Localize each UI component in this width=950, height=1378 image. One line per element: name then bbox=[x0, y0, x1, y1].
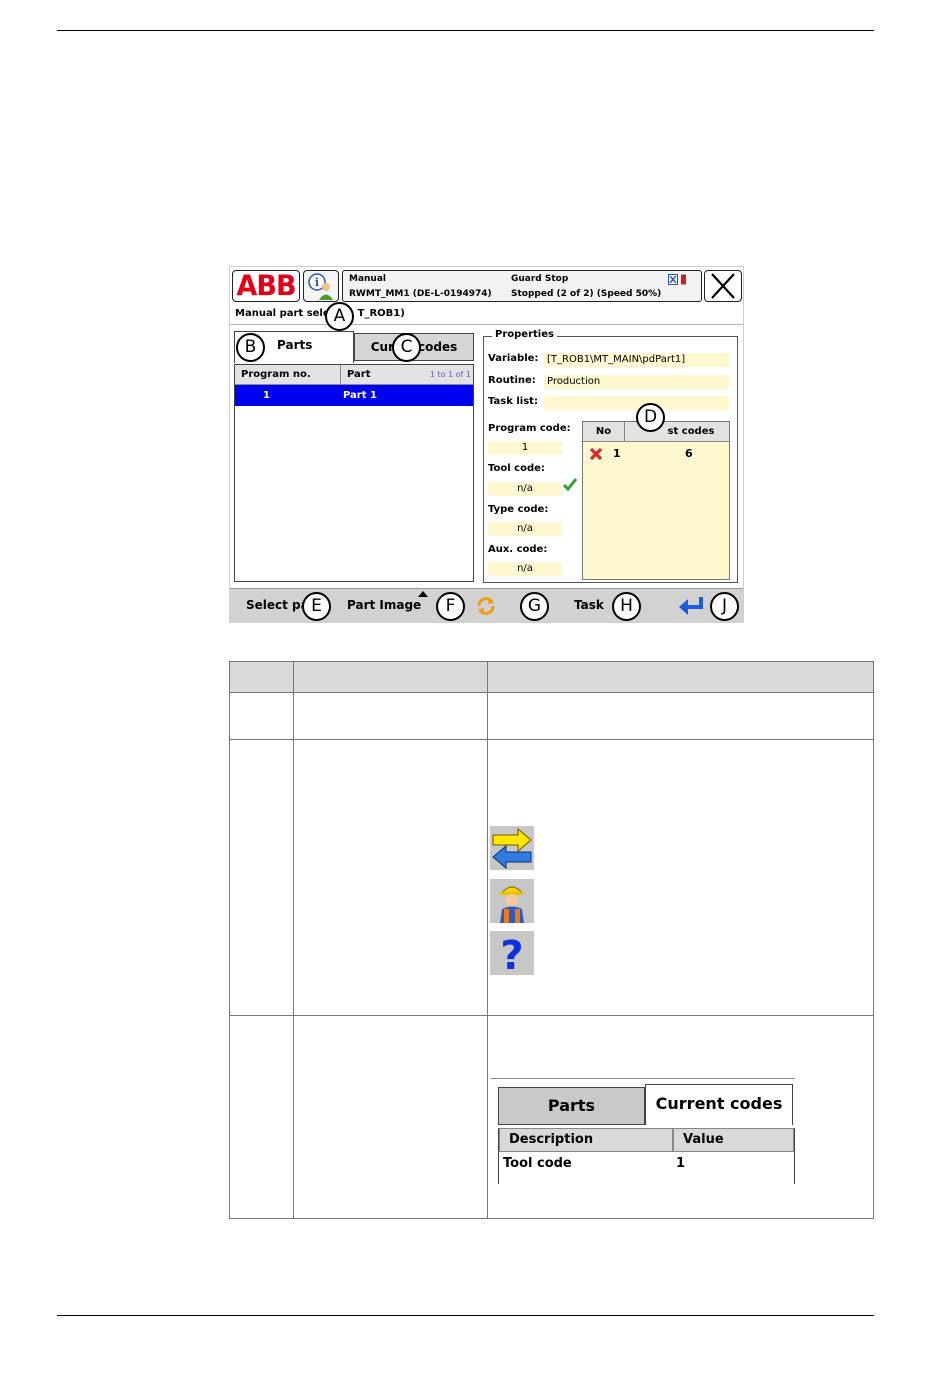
safety-state: Guard Stop bbox=[511, 274, 569, 284]
callout-g: G bbox=[520, 592, 549, 621]
properties-panel: Properties Variable: [T_ROB1\MT_MAIN\pdP… bbox=[483, 329, 738, 583]
program-code-value: 1 bbox=[488, 441, 562, 455]
status-indicator-icon bbox=[668, 274, 686, 285]
abb-logo: ABB bbox=[236, 269, 296, 303]
routine-label: Routine: bbox=[488, 375, 536, 386]
callout-a: A bbox=[325, 302, 354, 331]
variable-label: Variable: bbox=[488, 353, 539, 364]
title-divider bbox=[230, 324, 743, 325]
tool-code-label: Tool code: bbox=[488, 463, 545, 474]
operator-info-icon: i bbox=[308, 273, 333, 300]
codes-table: Description Value Tool code 1 bbox=[498, 1128, 795, 1184]
callout-b: B bbox=[236, 333, 265, 362]
row-program-no: 1 bbox=[263, 390, 270, 401]
parts-list[interactable]: Program no. Part 1 to 1 of 1 1 Part 1 bbox=[234, 364, 474, 582]
checkmark-icon bbox=[563, 478, 577, 491]
code-no: 1 bbox=[613, 447, 621, 460]
operator-info-button[interactable]: i bbox=[303, 270, 339, 302]
type-code-label: Type code: bbox=[488, 504, 549, 515]
row-description: Tool code bbox=[503, 1156, 572, 1171]
part-image-button[interactable]: Part Image bbox=[347, 598, 421, 612]
column-part[interactable]: Part 1 to 1 of 1 bbox=[341, 365, 473, 385]
row-divider bbox=[230, 739, 873, 740]
status-bar[interactable]: Manual RWMT_MM1 (DE-L-0194974) Guard Sto… bbox=[342, 270, 702, 302]
column-divider bbox=[293, 662, 294, 1218]
column-no: No bbox=[583, 422, 625, 442]
abb-menu-button[interactable]: ABB bbox=[232, 270, 300, 302]
bottom-rule bbox=[57, 1315, 874, 1316]
table-header-row bbox=[230, 662, 873, 693]
tab-current-codes[interactable]: Current codes bbox=[645, 1084, 793, 1125]
callout-d: D bbox=[636, 403, 665, 432]
type-code-value: n/a bbox=[488, 522, 562, 536]
aux-code-value: n/a bbox=[488, 562, 562, 576]
program-state: Stopped (2 of 2) (Speed 50%) bbox=[511, 289, 662, 299]
refresh-icon[interactable] bbox=[475, 595, 497, 617]
menu-up-arrow-icon bbox=[418, 591, 428, 597]
codes-list[interactable]: No st codes 1 6 bbox=[582, 421, 730, 580]
close-icon bbox=[711, 273, 735, 299]
callout-f: F bbox=[436, 592, 465, 621]
select-part-button[interactable]: Select pa bbox=[246, 598, 309, 612]
column-divider bbox=[487, 662, 488, 1218]
tab-parts[interactable]: Parts bbox=[498, 1087, 645, 1125]
tasklist-label: Task list: bbox=[488, 396, 538, 407]
callout-e: E bbox=[302, 592, 331, 621]
operator-worker-icon bbox=[490, 879, 534, 923]
swap-arrows-icon bbox=[490, 826, 534, 870]
properties-title: Properties bbox=[492, 329, 557, 340]
controller-name: RWMT_MM1 (DE-L-0194974) bbox=[349, 289, 492, 299]
top-rule bbox=[57, 30, 874, 31]
return-arrow-icon[interactable] bbox=[677, 596, 705, 616]
flexpendant-screenshot: ABB i Manual RWMT_MM1 (DE-L-0194974) Gua… bbox=[229, 266, 744, 623]
task-button[interactable]: Task bbox=[574, 598, 604, 612]
column-program-no[interactable]: Program no. bbox=[235, 365, 341, 385]
program-code-label: Program code: bbox=[488, 423, 571, 434]
operating-mode: Manual bbox=[349, 274, 387, 284]
list-counter: 1 to 1 of 1 bbox=[429, 370, 471, 379]
svg-text:?: ? bbox=[500, 933, 523, 975]
tasklist-value bbox=[544, 396, 729, 410]
variable-value: [T_ROB1\MT_MAIN\pdPart1] bbox=[544, 353, 729, 367]
callout-j: J bbox=[710, 592, 739, 621]
column-value: Value bbox=[673, 1128, 794, 1152]
svg-text:i: i bbox=[315, 276, 319, 289]
row-divider bbox=[230, 1015, 873, 1016]
callout-c: C bbox=[392, 333, 421, 362]
question-mark-icon: ? bbox=[490, 931, 534, 979]
aux-code-label: Aux. code: bbox=[488, 544, 548, 555]
column-description: Description bbox=[499, 1128, 673, 1152]
routine-value: Production bbox=[544, 375, 729, 389]
description-table: ? Parts Current codes Description Value … bbox=[229, 661, 874, 1219]
code-value: 6 bbox=[685, 447, 693, 460]
close-button[interactable] bbox=[704, 270, 742, 302]
tool-code-value: n/a bbox=[488, 482, 562, 496]
tab-parts-label: Parts bbox=[277, 338, 313, 352]
row-value: 1 bbox=[676, 1156, 686, 1171]
current-codes-screenshot: Parts Current codes Description Value To… bbox=[491, 1078, 795, 1184]
window-title: Manual part sele T_ROB1) bbox=[235, 308, 405, 319]
error-x-icon bbox=[589, 447, 603, 461]
table-row[interactable]: 1 Part 1 bbox=[235, 385, 473, 406]
callout-h: H bbox=[612, 592, 641, 621]
table-row[interactable]: 1 6 bbox=[583, 446, 729, 464]
row-part: Part 1 bbox=[343, 390, 377, 401]
